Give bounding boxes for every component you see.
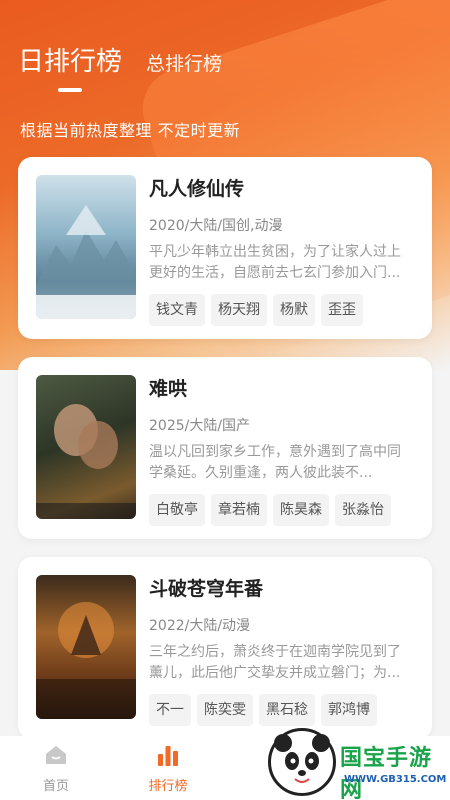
poster-art-icon xyxy=(36,205,136,319)
cast-tag[interactable]: 白敬亭 xyxy=(149,494,205,526)
cast-tags: 钱文青 杨天翔 杨默 歪歪 xyxy=(149,294,414,326)
cast-tags: 白敬亭 章若楠 陈昊森 张淼怡 xyxy=(149,494,414,526)
card-info: 斗破苍穹年番 2022/大陆/动漫 三年之约后，萧炎终于在迦南学院见到了薰儿，此… xyxy=(149,575,414,726)
poster-image[interactable] xyxy=(36,175,136,319)
nav-rank-label: 排行榜 xyxy=(148,779,188,794)
rank-tabs: 日排行榜 总排行榜 xyxy=(18,46,222,92)
watermark-text: 国宝手游网 xyxy=(340,746,433,800)
poster-image[interactable] xyxy=(36,375,136,519)
rank-card[interactable]: 凡人修仙传 2020/大陆/国创,动漫 平凡少年韩立出生贫困，为了让家人过上更好… xyxy=(18,157,432,339)
cast-tag[interactable]: 杨天翔 xyxy=(211,294,267,326)
item-description: 平凡少年韩立出生贫困，为了让家人过上更好的生活，自愿前去七玄门参加入门... xyxy=(149,244,401,281)
rank-list: 凡人修仙传 2020/大陆/国创,动漫 平凡少年韩立出生贫困，为了让家人过上更好… xyxy=(18,157,432,757)
item-meta: 2022/大陆/动漫 xyxy=(149,618,251,634)
poster-art-icon xyxy=(36,602,136,719)
cast-tag[interactable]: 杨默 xyxy=(273,294,315,326)
item-title: 凡人修仙传 xyxy=(149,178,245,200)
poster-image[interactable] xyxy=(36,575,136,719)
nav-home-label: 首页 xyxy=(42,779,69,794)
item-description: 三年之约后，萧炎终于在迦南学院见到了薰儿，此后他广交挚友并成立磐门；为... xyxy=(149,644,401,681)
tab-total-label: 总排行榜 xyxy=(146,53,223,75)
tab-total-rank[interactable]: 总排行榜 xyxy=(146,50,222,78)
tab-daily-label: 日排行榜 xyxy=(18,47,123,77)
cast-tag[interactable]: 陈昊森 xyxy=(273,494,329,526)
poster-art-icon xyxy=(36,404,136,519)
rank-card[interactable]: 难哄 2025/大陆/国产 温以凡回到家乡工作，意外遇到了高中同学桑延。久别重逢… xyxy=(18,357,432,539)
tab-active-indicator xyxy=(58,88,82,92)
item-title: 难哄 xyxy=(149,378,188,400)
nav-rank[interactable]: 排行榜 xyxy=(128,736,208,800)
cast-tag[interactable]: 不一 xyxy=(149,694,191,726)
panda-logo-icon xyxy=(268,728,336,796)
site-watermark: 国宝手游网 WWW.GB315.COM xyxy=(262,722,450,800)
cast-tag[interactable]: 歪歪 xyxy=(321,294,363,326)
bar-chart-icon xyxy=(128,744,208,766)
nav-home[interactable]: 首页 xyxy=(16,736,96,800)
item-meta: 2020/大陆/国创,动漫 xyxy=(149,218,283,234)
card-info: 难哄 2025/大陆/国产 温以凡回到家乡工作，意外遇到了高中同学桑延。久别重逢… xyxy=(149,375,414,526)
cast-tag[interactable]: 张淼怡 xyxy=(335,494,391,526)
home-icon xyxy=(16,744,96,766)
watermark-url: WWW.GB315.COM xyxy=(344,774,447,785)
item-title: 斗破苍穹年番 xyxy=(149,578,264,600)
item-description: 温以凡回到家乡工作，意外遇到了高中同学桑延。久别重逢，两人彼此装不... xyxy=(149,444,401,481)
tab-daily-rank[interactable]: 日排行榜 xyxy=(18,46,123,92)
cast-tag[interactable]: 陈奕雯 xyxy=(197,694,253,726)
rank-card[interactable]: 斗破苍穹年番 2022/大陆/动漫 三年之约后，萧炎终于在迦南学院见到了薰儿，此… xyxy=(18,557,432,739)
cast-tag[interactable]: 章若楠 xyxy=(211,494,267,526)
cast-tag[interactable]: 钱文青 xyxy=(149,294,205,326)
item-meta: 2025/大陆/国产 xyxy=(149,418,251,434)
card-info: 凡人修仙传 2020/大陆/国创,动漫 平凡少年韩立出生贫困，为了让家人过上更好… xyxy=(149,175,414,326)
rank-subtitle: 根据当前热度整理 不定时更新 xyxy=(20,121,241,140)
